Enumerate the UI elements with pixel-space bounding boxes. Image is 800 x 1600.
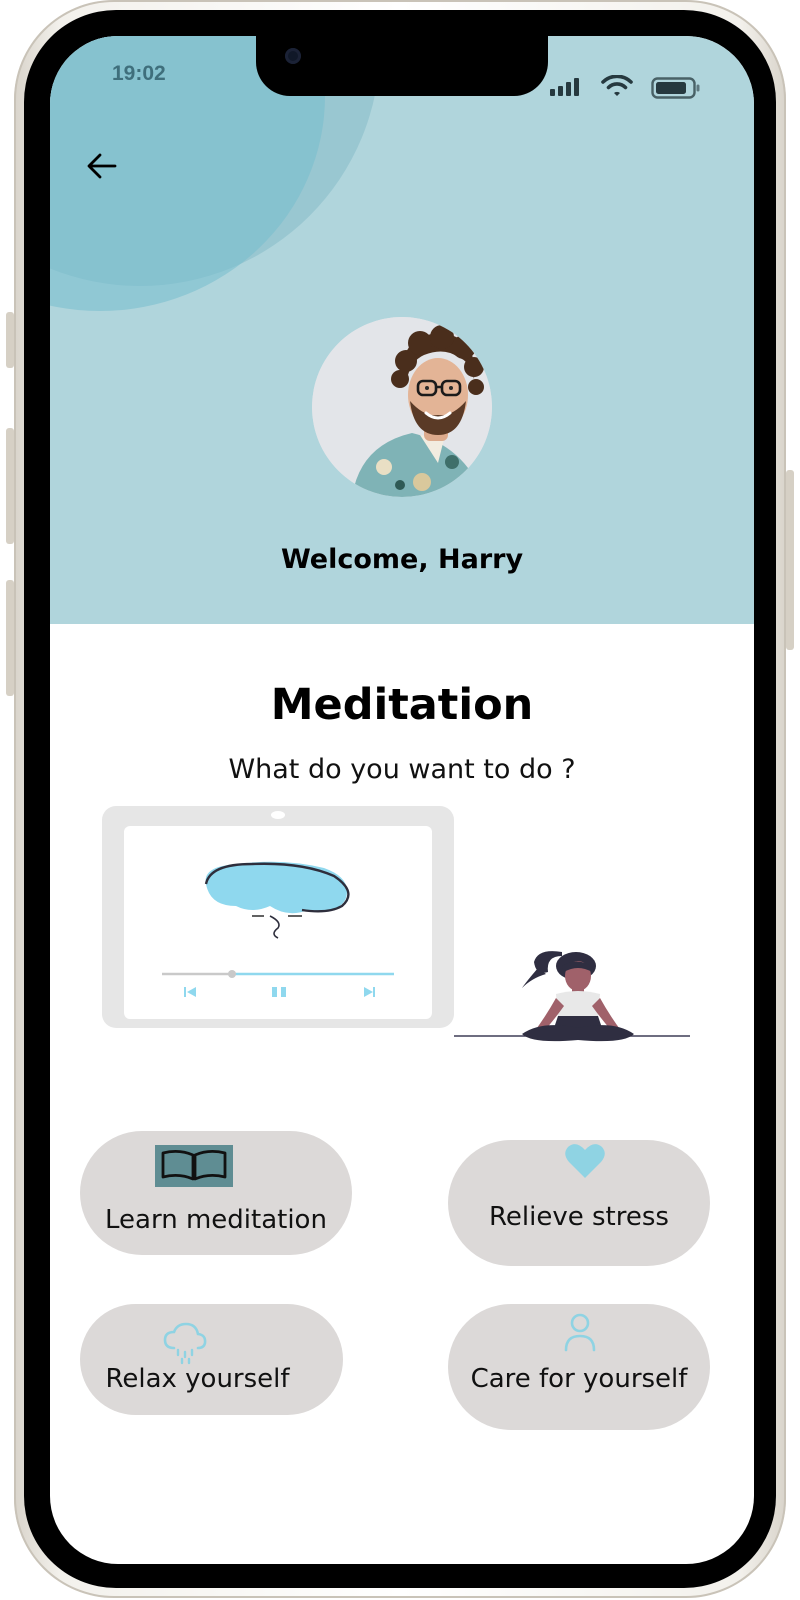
mute-switch [6, 312, 14, 368]
notch [256, 36, 548, 96]
front-camera [285, 48, 301, 64]
care-for-yourself-label: Care for yourself [470, 1364, 688, 1394]
care-for-yourself-button[interactable]: Care for yourself [448, 1304, 710, 1430]
heart-icon [565, 1144, 605, 1178]
profile-header: 19:02 Welcome, Harry [50, 36, 754, 624]
battery-icon [651, 77, 700, 99]
subtitle: What do you want to do ? [228, 754, 576, 785]
relax-yourself-button[interactable]: Relax yourself [80, 1304, 343, 1415]
back-button[interactable] [80, 144, 124, 188]
volume-down-button [6, 580, 14, 696]
screen: 19:02 Welcome, Harry Meditation What do … [50, 36, 754, 1564]
learn-meditation-button[interactable]: Learn meditation [80, 1131, 352, 1255]
relieve-stress-label: Relieve stress [489, 1202, 669, 1232]
meditation-illustration [102, 806, 690, 1042]
power-button [786, 470, 794, 650]
volume-up-button [6, 428, 14, 544]
learn-meditation-label: Learn meditation [105, 1205, 327, 1235]
user-icon [564, 1313, 596, 1352]
avatar [312, 317, 492, 497]
relieve-stress-button[interactable]: Relieve stress [448, 1140, 710, 1266]
profile-photo [312, 317, 492, 497]
page-title: Meditation [270, 680, 534, 730]
status-time: 19:02 [112, 62, 166, 85]
book-icon [155, 1145, 233, 1187]
cloud-rain-icon [163, 1322, 207, 1365]
relax-yourself-label: Relax yourself [105, 1364, 290, 1394]
wifi-icon [601, 75, 633, 96]
cellular-signal-icon [550, 78, 579, 96]
welcome-text: Welcome, Harry [280, 544, 524, 575]
arrow-left-icon [87, 153, 117, 179]
